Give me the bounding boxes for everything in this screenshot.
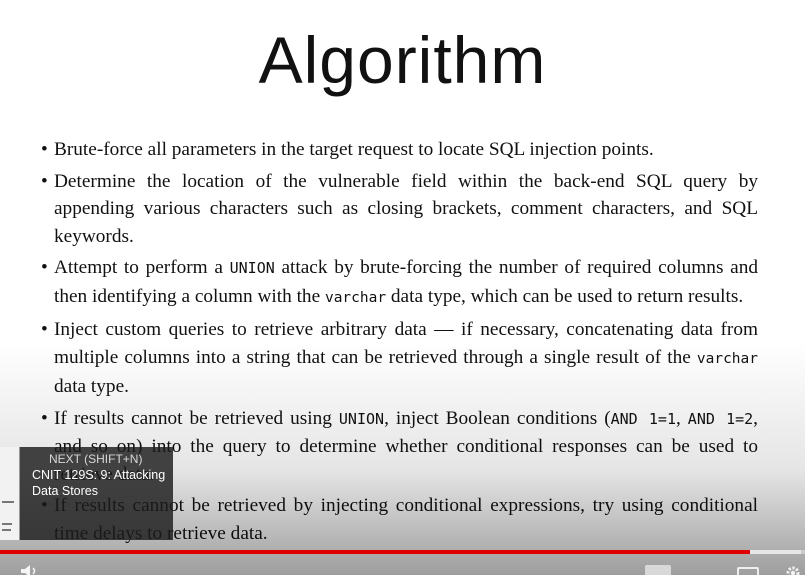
bullet-text: If results cannot be retrieved using <box>54 407 339 429</box>
bullet-text: Inject custom queries to retrieve arbitr… <box>54 319 758 368</box>
bullet-text: , inject Boolean conditions ( <box>384 407 611 429</box>
progress-played <box>0 550 751 554</box>
bullet-code-text: UNION <box>338 409 385 428</box>
video-player[interactable]: Algorithm Brute-force all parameters in … <box>0 0 805 575</box>
next-video-label: NEXT (SHIFT+N) <box>49 452 143 466</box>
bullet-text: Attempt to perform a <box>54 257 230 278</box>
bullet-code-text: varchar <box>324 289 387 306</box>
bullet-text: data type, which can be used to return r… <box>386 285 744 307</box>
bullet-text: Determine the location of the vulnerable… <box>54 170 758 247</box>
miniplayer-icon[interactable] <box>645 565 671 575</box>
bullet-code-text: varchar <box>696 350 758 367</box>
bullet-item: Inject custom queries to retrieve arbitr… <box>40 316 758 401</box>
bullet-code-text: AND 1=2 <box>687 409 754 428</box>
next-video-card[interactable]: NEXT (SHIFT+N) CNIT 129S: 9: Attacking D… <box>0 447 173 540</box>
bullet-item: Determine the location of the vulnerable… <box>40 168 758 251</box>
bullet-text: , <box>676 407 688 429</box>
bullet-code-text: UNION <box>229 259 275 277</box>
bullet-item: Attempt to perform a UNION attack by bru… <box>40 254 758 312</box>
next-video-title: CNIT 129S: 9: Attacking Data Stores <box>32 468 166 498</box>
gear-icon[interactable] <box>785 565 801 575</box>
bullet-text: Brute-force all parameters in the target… <box>54 139 654 160</box>
captions-icon[interactable] <box>737 567 759 575</box>
volume-icon[interactable] <box>20 565 40 575</box>
player-controls <box>0 556 805 575</box>
progress-bar[interactable] <box>0 550 805 554</box>
slide-title: Algorithm <box>258 23 547 97</box>
next-video-thumbnail <box>0 447 20 540</box>
bullet-code-text: AND 1=1 <box>610 409 676 428</box>
bullet-text: data type. <box>54 376 129 397</box>
bullet-item: Brute-force all parameters in the target… <box>40 136 758 164</box>
